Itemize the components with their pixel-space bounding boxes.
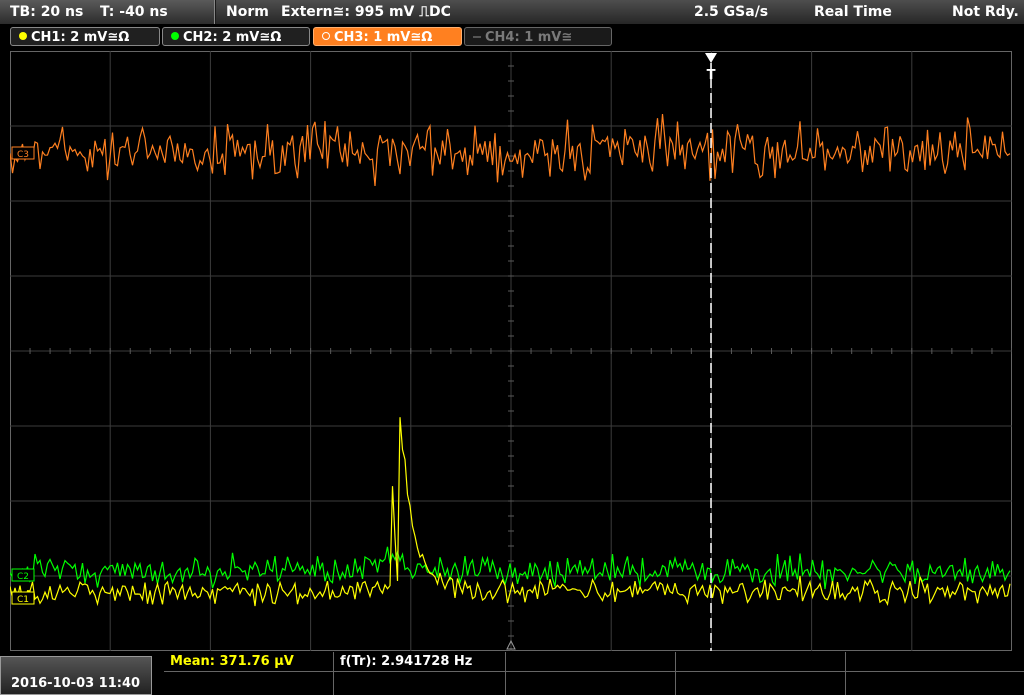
frequency-measurement[interactable]: f(Tr): 2.941728 Hz: [334, 652, 506, 672]
measurement-panel[interactable]: Mean: 371.76 µV f(Tr): 2.941728 Hz: [164, 652, 1024, 695]
waveform-traces: [10, 113, 1011, 607]
ch2-label: CH2: 2 mV≅Ω: [183, 30, 282, 45]
channel-tab-ch4[interactable]: CH4: 1 mV≅: [464, 27, 612, 46]
channel-tab-ch3[interactable]: CH3: 1 mV≅Ω: [313, 27, 462, 46]
channel-bar: CH1: 2 mV≅Ω CH2: 2 mV≅Ω CH3: 1 mV≅Ω CH4:…: [0, 25, 1024, 49]
datetime-display[interactable]: 2016-10-03 11:40: [0, 656, 152, 695]
measurement-slot-10[interactable]: [846, 672, 1024, 695]
measurement-slot-6[interactable]: [164, 672, 334, 695]
trigger-arrow-icon[interactable]: [705, 53, 717, 63]
trigger-mode-label[interactable]: Norm: [226, 0, 269, 24]
measurement-slot-9[interactable]: [676, 672, 846, 695]
ch1-dot-icon: [19, 32, 27, 40]
ch1-trace: [10, 417, 1011, 607]
channel-tab-ch1[interactable]: CH1: 2 mV≅Ω: [10, 27, 160, 46]
channel-tab-ch2[interactable]: CH2: 2 mV≅Ω: [162, 27, 310, 46]
ch4-dot-icon: [473, 36, 481, 38]
ch2-trace: [10, 546, 1011, 590]
bottom-bar: 2016-10-03 11:40 Mean: 371.76 µV f(Tr): …: [0, 652, 1024, 695]
trigger-status-label: Not Rdy.: [952, 4, 1019, 20]
measurement-slot-7[interactable]: [334, 672, 506, 695]
ch3-trace: [10, 113, 1011, 186]
ch1-label: CH1: 2 mV≅Ω: [31, 30, 130, 45]
datetime-label: 2016-10-03 11:40: [11, 676, 141, 691]
trigger-source-label[interactable]: Extern≅: 995 mV ⎍DC: [281, 0, 451, 24]
ch3-dot-icon: [322, 32, 330, 40]
ch2-level-label: C2: [17, 572, 29, 582]
timebase-panel[interactable]: TB: 20 ns T: -40 ns: [0, 0, 215, 24]
measurement-slot-8[interactable]: [506, 672, 676, 695]
measurement-slot-3[interactable]: [506, 652, 676, 672]
mean-measurement[interactable]: Mean: 371.76 µV: [164, 652, 334, 672]
status-header: TB: 20 ns T: -40 ns Norm Extern≅: 995 mV…: [0, 0, 1024, 24]
ch2-dot-icon: [171, 32, 179, 40]
ch4-label: CH4: 1 mV≅: [485, 30, 573, 45]
ch3-level-label: C3: [17, 150, 29, 160]
acquisition-mode-label[interactable]: Real Time: [814, 0, 892, 24]
timebase-label[interactable]: TB: 20 ns: [10, 0, 83, 24]
graticule: [10, 51, 1012, 651]
trigger-marker-label: T: [707, 68, 716, 83]
ch3-label: CH3: 1 mV≅Ω: [334, 30, 433, 45]
trigger-time-label[interactable]: T: -40 ns: [100, 0, 168, 24]
measurement-slot-5[interactable]: [846, 652, 1024, 672]
sample-rate-label[interactable]: 2.5 GSa/s: [694, 0, 768, 24]
ch1-level-label: C1: [17, 595, 29, 605]
trigger-panel[interactable]: Norm Extern≅: 995 mV ⎍DC 2.5 GSa/s Real …: [216, 0, 1024, 24]
waveform-display[interactable]: T C3 C2 C1: [10, 51, 1012, 651]
measurement-slot-4[interactable]: [676, 652, 846, 672]
